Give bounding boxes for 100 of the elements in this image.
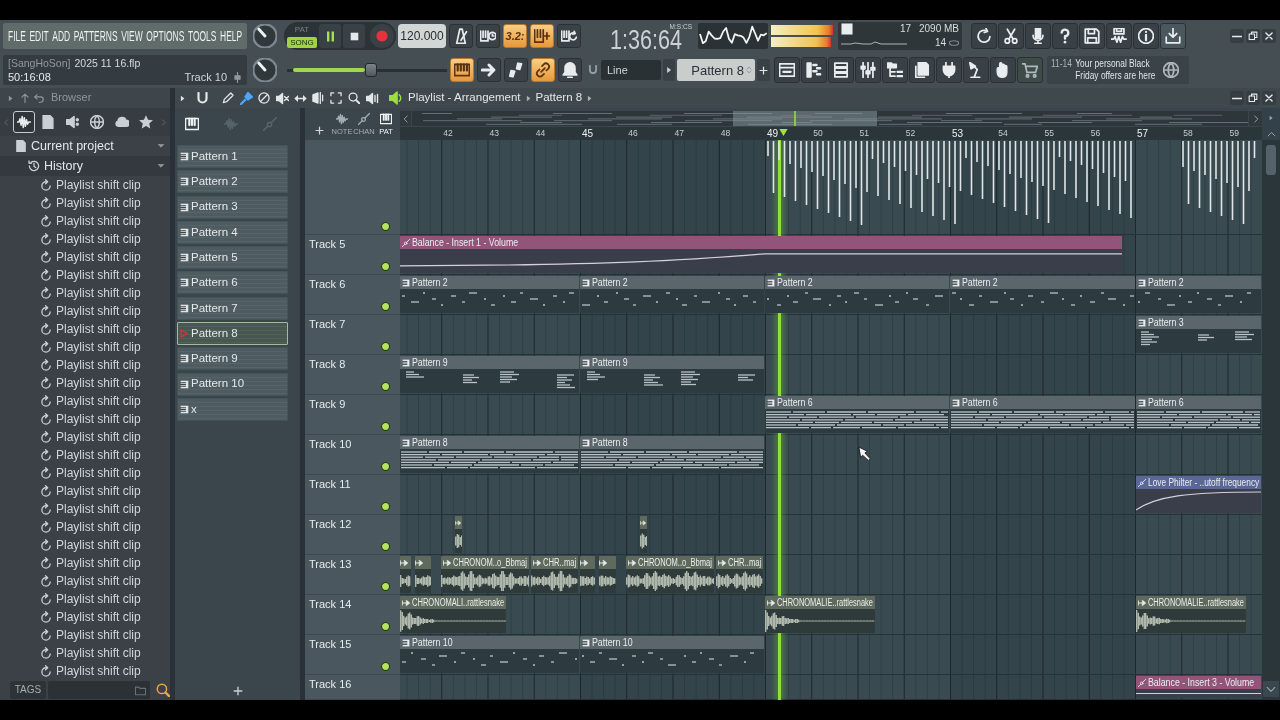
pattern-clip[interactable]: Pattern 6 (950, 396, 1135, 433)
tree-item[interactable]: Playlist shift clip (0, 392, 170, 410)
tree-item[interactable]: Playlist shift clip (0, 428, 170, 446)
refresh-button[interactable] (971, 23, 997, 49)
minimize-button[interactable] (1230, 29, 1244, 43)
close-button[interactable] (1262, 91, 1276, 105)
pattern-clip[interactable]: Pattern 10 (580, 636, 764, 673)
download-button[interactable] (1160, 23, 1186, 49)
pattern-clip[interactable]: Pattern 8 (400, 436, 579, 473)
cut-button[interactable] (998, 23, 1024, 49)
tree-item[interactable]: Playlist shift clip (0, 356, 170, 374)
pattern-clip[interactable]: Pattern 9 (400, 356, 579, 393)
menu-item[interactable]: HELP (220, 28, 243, 44)
track-led-icon[interactable] (381, 262, 390, 271)
pattern-item[interactable]: Pattern 7 (177, 296, 288, 320)
tree-item[interactable]: Playlist shift clip (0, 230, 170, 248)
save-button[interactable] (1079, 23, 1105, 49)
export-button[interactable] (1106, 23, 1132, 49)
loop-record-button[interactable] (557, 24, 581, 48)
tool-button[interactable] (237, 89, 255, 107)
pattern-clip[interactable]: Pattern 6 (1136, 396, 1261, 433)
piano-roll-button[interactable] (801, 57, 827, 83)
tree-item[interactable]: Playlist shift clip (0, 248, 170, 266)
scroll-left-button[interactable] (400, 111, 411, 126)
wait-button[interactable] (476, 24, 500, 48)
audio-clip[interactable]: CHR..maj (716, 556, 763, 593)
pattern-clip[interactable]: Pattern 6 (765, 396, 949, 433)
tree-item[interactable]: Playlist shift clip (0, 662, 170, 680)
add-pattern-button[interactable] (757, 59, 770, 81)
tree-item[interactable]: Playlist shift clip (0, 176, 170, 194)
scrollbar[interactable] (1262, 140, 1280, 700)
plugin-button[interactable] (936, 57, 962, 83)
track-led-icon[interactable] (381, 462, 390, 471)
pattern-clip[interactable]: Pattern 2 (1136, 276, 1261, 313)
pattern-clip[interactable]: Pattern 8 (580, 436, 764, 473)
pattern-clip[interactable]: Pattern 10 (400, 636, 579, 673)
countdown-button[interactable]: 3.2: (503, 24, 527, 48)
snap-dropdown[interactable]: Line (601, 60, 661, 80)
pattern-clip[interactable]: Pattern 2 (950, 276, 1135, 313)
audio-clip[interactable] (599, 556, 616, 593)
track-led-icon[interactable] (381, 542, 390, 551)
track-led-icon[interactable] (381, 662, 390, 671)
link-button[interactable] (531, 58, 555, 82)
track-name[interactable]: Track 6 (309, 278, 346, 291)
tree-item[interactable]: Playlist shift clip (0, 518, 170, 536)
scroll-down-button[interactable] (1263, 681, 1279, 697)
pattern-item[interactable]: Pattern 5 (177, 246, 288, 270)
audio-clip[interactable] (415, 556, 431, 593)
step-button[interactable] (504, 58, 528, 82)
pause-button[interactable] (319, 24, 341, 48)
track-name[interactable]: Track 14 (309, 598, 352, 611)
blend-button[interactable] (530, 24, 554, 48)
track-name[interactable]: Track 10 (309, 438, 352, 451)
scroll-right-button[interactable] (1249, 111, 1262, 126)
track-led-icon[interactable] (381, 302, 390, 311)
track-name[interactable]: Track 12 (309, 518, 352, 531)
add-track-button[interactable] (313, 124, 325, 136)
tree-item[interactable]: Playlist shift clip (0, 590, 170, 608)
arrow-button[interactable] (477, 58, 501, 82)
pattern-clip[interactable]: Pattern 2 (400, 276, 579, 313)
knob[interactable] (253, 58, 277, 82)
mode-button[interactable]: SONG (287, 37, 317, 48)
track-led-icon[interactable] (381, 382, 390, 391)
menu-item[interactable]: OPTIONS (146, 28, 185, 44)
mode-button[interactable]: PAT (291, 24, 313, 35)
pattern-item[interactable]: Pattern 9 (177, 347, 288, 371)
pattern-item[interactable]: Pattern 10 (177, 372, 288, 396)
audio-clip[interactable] (455, 516, 462, 553)
automation-clip[interactable]: Love Philter - ..utoff frequency (1136, 476, 1261, 513)
microphone-button[interactable] (1025, 23, 1051, 49)
tree-item[interactable]: Playlist shift clip (0, 536, 170, 554)
tree-item[interactable]: Playlist shift clip (0, 266, 170, 284)
audio-clip[interactable] (400, 556, 411, 593)
tags-button[interactable]: TAGS (10, 681, 46, 699)
tree-item[interactable]: Playlist shift clip (0, 446, 170, 464)
tree-item[interactable]: Playlist shift clip (0, 572, 170, 590)
close-button[interactable] (1262, 29, 1276, 43)
playlist-button[interactable] (774, 57, 800, 83)
back-button[interactable] (33, 91, 44, 105)
tree-item[interactable]: Playlist shift clip (0, 644, 170, 662)
track-name[interactable]: Track 7 (309, 318, 346, 331)
touch-button[interactable] (990, 57, 1016, 83)
info-button[interactable] (1133, 23, 1159, 49)
tree-item[interactable]: Playlist shift clip (0, 302, 170, 320)
pattern-menu-button[interactable] (663, 59, 675, 81)
track-name[interactable]: Track 15 (309, 638, 352, 651)
tree-item[interactable]: Playlist shift clip (0, 212, 170, 230)
pattern-item[interactable]: Pattern 8 (177, 322, 288, 346)
track-name[interactable]: Track 8 (309, 358, 346, 371)
tree-item[interactable]: Playlist shift clip (0, 608, 170, 626)
lamp-button[interactable] (963, 57, 989, 83)
tree-item[interactable]: Playlist shift clip (0, 500, 170, 518)
menu-item[interactable]: ADD (52, 28, 71, 44)
tree-item[interactable]: Current project (0, 136, 170, 156)
knob[interactable] (253, 24, 277, 48)
pattern-item[interactable]: Pattern 4 (177, 220, 288, 244)
automation-clip[interactable]: Balance - Insert 1 - Volume (400, 236, 1122, 273)
up-button[interactable] (19, 91, 30, 105)
tree-item[interactable]: Playlist shift clip (0, 284, 170, 302)
track-led-icon[interactable] (381, 582, 390, 591)
